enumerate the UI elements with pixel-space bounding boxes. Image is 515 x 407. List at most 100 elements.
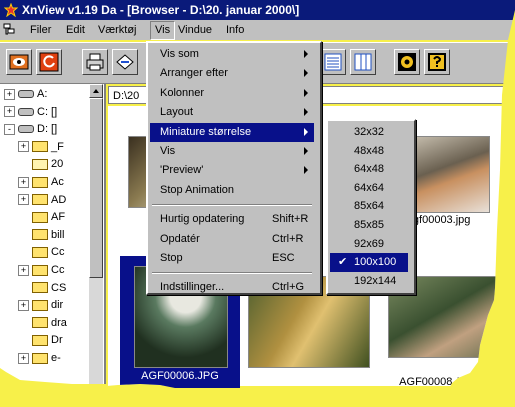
drive-icon [18,125,34,134]
scroll-up-arrow[interactable] [89,84,103,98]
tree-item[interactable]: bill [18,227,64,243]
view-button[interactable] [6,49,32,75]
tree-item[interactable]: Dr [18,332,63,348]
menu-item-label: Layout [160,106,194,119]
tree-item-label: D: [] [37,123,58,136]
tree-item[interactable]: + Cc [18,262,64,278]
menu-item-label: Kolonner [160,86,205,99]
vis-menu-item[interactable]: Miniature størrelse [150,122,314,142]
print-button[interactable] [82,49,108,75]
vis-menu-item[interactable]: Layout [150,103,314,122]
xnview-logo-icon [4,3,18,17]
submenu-arrow-icon [304,166,308,175]
menu-filer[interactable]: Filer [26,20,55,40]
expand-icon[interactable]: + [18,264,29,276]
columns-view-button[interactable] [350,49,376,75]
folder-icon [32,141,48,153]
menu-vis[interactable]: Vis [150,21,176,40]
help-icon [428,53,446,71]
expand-icon[interactable]: + [18,176,29,188]
menu-info[interactable]: Info [222,20,248,40]
menu-edit[interactable]: Edit [62,20,89,40]
folder-icon [32,317,48,329]
size-menu-item[interactable]: ✔ 100x100 [330,253,408,273]
menu-item-label: 64x48 [354,163,384,176]
vis-menu-item[interactable]: Indstillinger... Ctrl+G [150,278,314,297]
vis-menu: Vis som Arranger efter Kolonner Layout Minia… [146,41,322,295]
eye-icon [9,54,29,70]
tree-item[interactable]: - D: [] [4,121,57,137]
tree-item-label: CS [51,281,67,294]
scan-button[interactable] [112,49,138,75]
refresh-button[interactable] [36,49,62,75]
tree-item-label: _F [51,140,64,153]
size-menu-item[interactable]: 32x32 [330,123,408,142]
menu-item-label: Stop [160,252,183,264]
tree-scrollbar[interactable] [89,84,103,384]
menu-item-label: Opdatér [160,232,200,245]
document-icon[interactable] [3,23,17,37]
printer-icon [86,53,104,71]
tree-item[interactable]: + Ac [18,174,64,190]
expand-icon[interactable]: + [18,141,29,153]
tree-item[interactable]: + dir [18,297,63,313]
tree-item[interactable]: + AD [18,192,66,208]
menu-item-label: 32x32 [354,126,384,138]
tree-item[interactable]: Cc [18,244,64,260]
menu-item-shortcut: Ctrl+R [272,232,304,245]
vis-menu-item[interactable]: 'Preview' [150,161,314,180]
tree-item[interactable]: + C: [] [4,104,57,120]
expand-icon[interactable]: + [4,88,15,100]
scroll-thumb[interactable] [89,98,103,278]
folder-icon [32,352,48,364]
folder-icon [32,334,48,346]
vis-menu-item[interactable]: Opdatér Ctrl+R [150,230,314,249]
vis-menu-item[interactable]: Stop ESC [150,249,314,268]
size-menu-item[interactable]: 64x64 [330,179,408,198]
menu-vindue[interactable]: Vindue [174,20,216,40]
submenu-arrow-icon [304,127,308,136]
help-button[interactable] [424,49,450,75]
menu-item-label: Miniature størrelse [160,125,252,138]
menu-item-label: Stop Animation [160,183,234,196]
tree-item-label: 20 [51,158,64,171]
size-menu-item[interactable]: 92x69 [330,235,408,254]
expand-icon[interactable]: + [4,106,15,118]
vis-menu-item[interactable]: Vis [150,142,314,161]
tree-item[interactable]: CS [18,280,66,296]
submenu-arrow-icon [304,108,308,117]
folder-icon [32,176,48,188]
menu-item-label: 85x64 [354,200,384,213]
thumbnail-caption: AGF00008.JPG [399,376,477,388]
checkmark-icon: ✔ [338,256,348,269]
size-menu-item[interactable]: 64x48 [330,160,408,179]
vis-menu-item[interactable]: Stop Animation [150,181,314,200]
expand-icon[interactable]: + [18,194,29,206]
size-menu-item[interactable]: 192x144 [330,272,408,291]
tree-item[interactable]: AF [18,209,65,225]
tree-item[interactable]: + A: [4,86,47,102]
size-menu-item[interactable]: 85x64 [330,197,408,216]
menu-item-label: 92x69 [354,237,384,250]
vis-menu-item[interactable]: Kolonner [150,84,314,103]
size-menu-item[interactable]: 48x48 [330,142,408,161]
settings-button[interactable] [394,49,420,75]
title-bar: XnView v1.19 Da - [Browser - D:\20. janu… [0,0,515,20]
vis-menu-item[interactable]: Arranger efter [150,64,314,83]
vis-menu-item[interactable]: Vis som [150,45,314,64]
submenu-arrow-icon [304,88,308,97]
tree-item-label: e- [51,352,61,364]
drive-icon [18,107,34,116]
expand-icon[interactable]: + [18,352,29,364]
size-menu-item[interactable]: 85x85 [330,216,408,235]
columns-icon [354,53,372,71]
tree-item[interactable]: + e- [18,350,61,366]
details-view-button[interactable] [320,49,346,75]
menu-vaerktoej[interactable]: Værktøj [94,20,141,40]
tree-item[interactable]: + _F [18,139,64,155]
collapse-icon[interactable]: - [4,123,15,135]
expand-icon[interactable]: + [18,299,29,311]
tree-item[interactable]: dra [18,315,67,331]
tree-item[interactable]: 20 [18,156,63,172]
vis-menu-item[interactable]: Hurtig opdatering Shift+R [150,210,314,229]
